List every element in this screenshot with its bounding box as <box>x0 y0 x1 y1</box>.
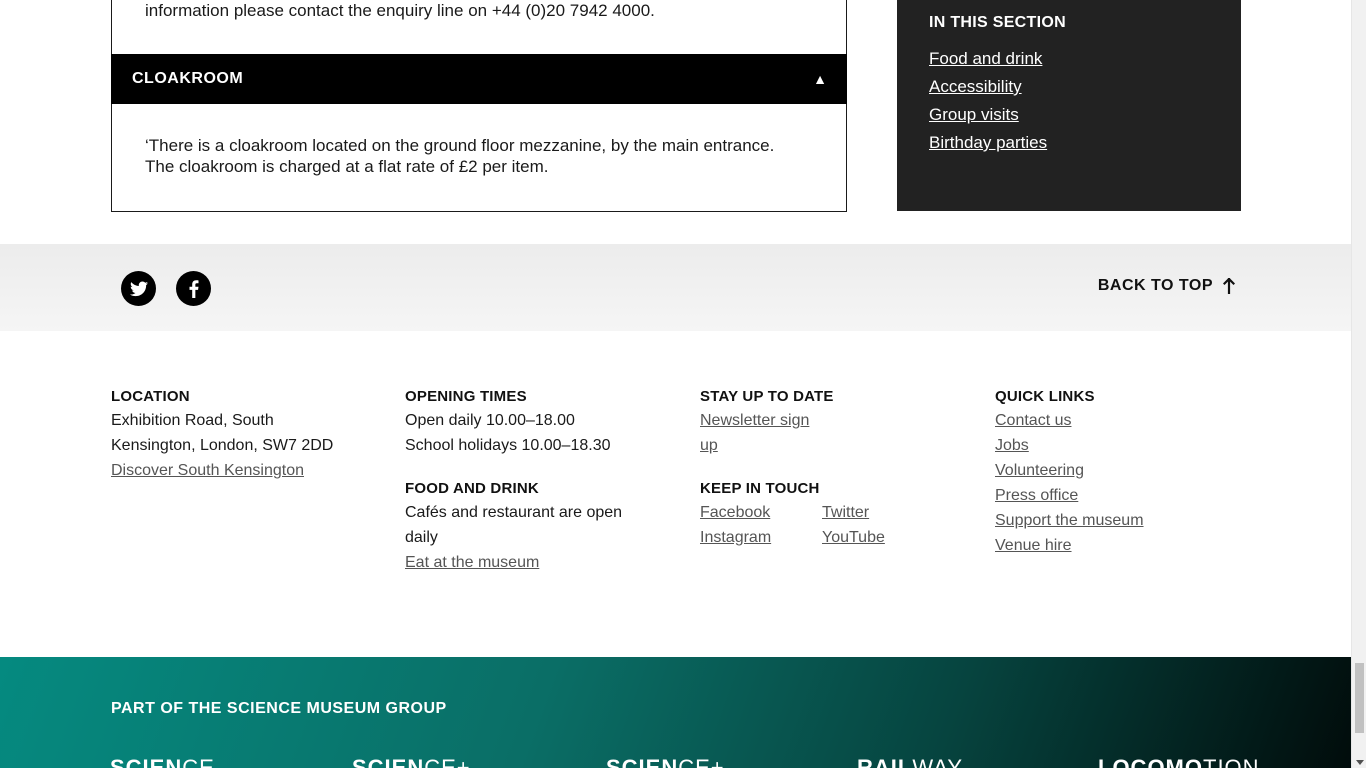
logo-text-bold: SCIEN <box>352 755 425 768</box>
cloakroom-accordion-header[interactable]: CLOAKROOM ▲ <box>111 54 847 104</box>
cloakroom-title: CLOAKROOM <box>132 70 244 87</box>
location-column: LOCATION Exhibition Road, South Kensingt… <box>111 388 371 483</box>
quick-links-column: QUICK LINKS Contact us Jobs Volunteering… <box>995 388 1255 558</box>
logo-text-light: CE <box>182 755 215 768</box>
facebook-link[interactable]: Facebook <box>700 500 822 525</box>
discover-south-kensington-link[interactable]: Discover South Kensington <box>111 458 371 483</box>
opening-times-daily: Open daily 10.00–18.00 <box>405 412 575 429</box>
address-line-1: Exhibition Road, South <box>111 412 274 429</box>
in-this-section-panel: IN THIS SECTION Food and drink Accessibi… <box>897 0 1241 211</box>
cloakroom-body-text: ‘There is a cloakroom located on the gro… <box>145 136 775 176</box>
enquiry-text: information please contact the enquiry l… <box>145 1 655 20</box>
logo-text-bold: SCIEN <box>606 755 679 768</box>
science-museum-logo[interactable]: SCIENCE <box>110 755 215 768</box>
vertical-scrollbar[interactable] <box>1351 0 1366 768</box>
social-bar: BACK TO TOP <box>0 244 1351 331</box>
keep-in-touch-heading: KEEP IN TOUCH <box>700 480 820 497</box>
science-media-museum-logo[interactable]: SCIENCE+ <box>606 755 725 768</box>
food-and-drink-heading: FOOD AND DRINK <box>405 480 539 497</box>
location-heading: LOCATION <box>111 388 190 405</box>
footer: LOCATION Exhibition Road, South Kensingt… <box>111 388 1241 618</box>
railway-museum-logo[interactable]: RAILWAY <box>857 755 963 768</box>
science-museum-group-banner: PART OF THE SCIENCE MUSEUM GROUP SCIENCE… <box>0 657 1351 768</box>
logo-text-light: CE+ <box>678 755 725 768</box>
page: information please contact the enquiry l… <box>0 0 1351 768</box>
collapse-arrow-icon[interactable]: ▲ <box>813 71 827 87</box>
eat-at-museum-link[interactable]: Eat at the museum <box>405 550 665 575</box>
logo-text-bold: RAIL <box>857 755 913 768</box>
opening-times-holidays: School holidays 10.00–18.30 <box>405 437 611 454</box>
quick-links-heading: QUICK LINKS <box>995 388 1095 405</box>
contact-us-link[interactable]: Contact us <box>995 408 1255 433</box>
stay-up-to-date-column: STAY UP TO DATE Newsletter sign up KEEP … <box>700 388 960 550</box>
science-industry-museum-logo[interactable]: SCIENCE+ <box>352 755 471 768</box>
jobs-link[interactable]: Jobs <box>995 433 1255 458</box>
address-line-2: Kensington, London, SW7 2DD <box>111 437 334 454</box>
back-to-top-label: BACK TO TOP <box>1097 277 1213 294</box>
logo-text-light: WAY <box>912 755 963 768</box>
opening-times-heading: OPENING TIMES <box>405 388 527 405</box>
venue-hire-link[interactable]: Venue hire <box>995 533 1255 558</box>
link-food-and-drink[interactable]: Food and drink <box>929 49 1042 68</box>
youtube-link[interactable]: YouTube <box>822 525 942 550</box>
link-accessibility[interactable]: Accessibility <box>929 77 1022 96</box>
opening-times-column: OPENING TIMES Open daily 10.00–18.00 Sch… <box>405 388 665 575</box>
back-to-top-button[interactable]: BACK TO TOP <box>1098 277 1235 295</box>
section-links: Food and drink Accessibility Group visit… <box>929 49 1209 153</box>
stay-up-to-date-heading: STAY UP TO DATE <box>700 388 834 405</box>
volunteering-link[interactable]: Volunteering <box>995 458 1255 483</box>
scroll-down-arrow-icon[interactable] <box>1355 760 1364 765</box>
food-and-drink-line-2: daily <box>405 529 438 546</box>
section-title: IN THIS SECTION <box>929 14 1066 31</box>
locomotion-logo[interactable]: LOCOMOTION <box>1098 755 1260 768</box>
twitter-link[interactable]: Twitter <box>822 500 942 525</box>
scrollbar-thumb[interactable] <box>1355 663 1364 733</box>
logo-text-light: TION <box>1203 755 1260 768</box>
press-office-link[interactable]: Press office <box>995 483 1255 508</box>
twitter-icon[interactable] <box>121 271 156 306</box>
group-title: PART OF THE SCIENCE MUSEUM GROUP <box>111 700 447 717</box>
social-links: Facebook Twitter Instagram YouTube <box>700 500 960 550</box>
logo-text-bold: LOCOMO <box>1098 755 1203 768</box>
newsletter-signup-link[interactable]: Newsletter sign <box>700 408 960 433</box>
facebook-icon[interactable] <box>176 271 211 306</box>
logo-text-light: CE+ <box>424 755 471 768</box>
food-and-drink-line-1: Cafés and restaurant are open <box>405 504 623 521</box>
newsletter-signup-link-cont[interactable]: up <box>700 433 960 458</box>
instagram-link[interactable]: Instagram <box>700 525 822 550</box>
logo-text-bold: SCIEN <box>110 755 183 768</box>
link-group-visits[interactable]: Group visits <box>929 105 1019 124</box>
support-museum-link[interactable]: Support the museum <box>995 508 1255 533</box>
link-birthday-parties[interactable]: Birthday parties <box>929 133 1047 152</box>
accordion: information please contact the enquiry l… <box>111 0 847 212</box>
arrow-up-icon <box>1223 278 1235 294</box>
